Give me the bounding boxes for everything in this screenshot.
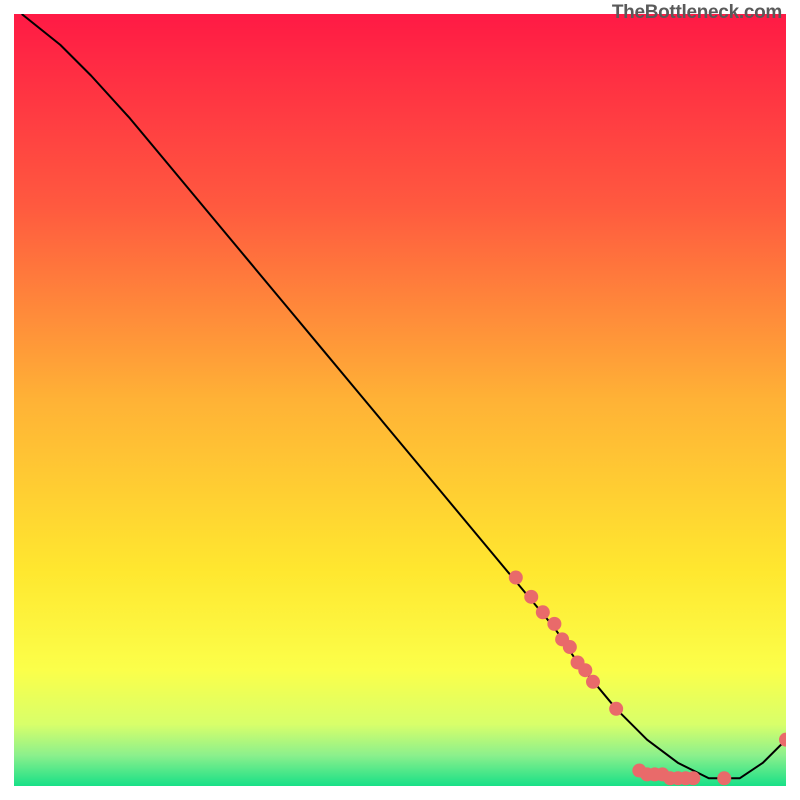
marker-dot — [536, 605, 550, 619]
watermark-text: TheBottleneck.com — [612, 2, 782, 24]
marker-dot — [609, 702, 623, 716]
gradient-background — [14, 14, 786, 786]
marker-dot — [547, 617, 561, 631]
chart-svg — [14, 14, 786, 786]
marker-dot — [524, 590, 538, 604]
bottleneck-chart: TheBottleneck.com — [0, 0, 800, 800]
marker-dot — [563, 640, 577, 654]
marker-dot — [686, 771, 700, 785]
marker-dot — [509, 571, 523, 585]
marker-dot — [586, 675, 600, 689]
marker-dot — [578, 663, 592, 677]
plot-area — [14, 14, 786, 786]
marker-dot — [717, 771, 731, 785]
